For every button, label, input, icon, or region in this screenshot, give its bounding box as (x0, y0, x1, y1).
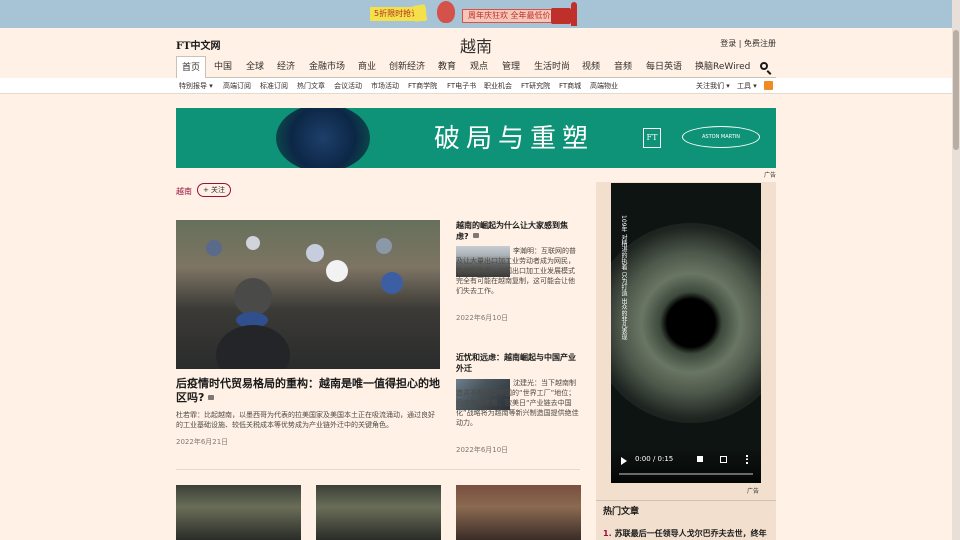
nav-world[interactable]: 全球 (246, 56, 264, 78)
top-promo-banner[interactable]: 5折限时抢订! 周年庆狂欢 全年最低价! (0, 0, 960, 28)
page-title: 越南 (459, 37, 492, 56)
rider-shape (234, 278, 272, 316)
sub-nav: 特别报导 ▾ 高端订阅 标准订阅 热门文章 会议活动 市场活动 FT商学院 FT… (0, 78, 960, 94)
ft-logo[interactable]: FT中文网 (176, 37, 221, 52)
main-nav: 首页 中国 全球 经济 金融市场 商业 创新经济 教育 观点 管理 生活时尚 视… (176, 56, 776, 79)
login-link[interactable]: 登录 (720, 39, 736, 48)
subnav-store[interactable]: FT商城 (559, 78, 581, 94)
balloon-icon (437, 1, 455, 23)
topic-tag[interactable]: 越南 (176, 186, 192, 197)
story-date: 2022年6月10日 (456, 446, 509, 454)
popular-articles-heading: 热门文章 (596, 500, 776, 522)
video-ad-label: 广告 (747, 488, 760, 495)
ft-mark-logo: FT (643, 128, 661, 148)
subnav-tools[interactable]: 工具 ▾ (737, 78, 757, 94)
subnav-popular[interactable]: 热门文章 (297, 78, 325, 94)
subnav-market-events[interactable]: 市场活动 (371, 78, 399, 94)
scrollbar-thumb[interactable] (953, 30, 959, 150)
video-progress-bar[interactable] (619, 473, 753, 475)
nav-markets[interactable]: 金融市场 (309, 56, 345, 78)
story-title[interactable]: 越南的崛起为什么让大家感到焦虑? (456, 220, 580, 242)
note-icon (412, 4, 428, 22)
more-options-icon[interactable] (746, 455, 748, 464)
lead-story-summary: 杜若霏：比起越南，以墨西哥为代表的拉美国家及美国本土正在吸流涌动，通过良好的工业… (176, 411, 435, 429)
rider-shape (306, 244, 324, 262)
rider-shape (381, 272, 403, 294)
video-ad[interactable]: 109年 对精湛的执着 只为打造 出众的非凡表现 0:00 / 0:15 (611, 183, 761, 483)
eye-image (611, 223, 761, 423)
article-thumbnail[interactable] (176, 485, 301, 540)
rider-shape (216, 325, 290, 369)
subnav-ebook[interactable]: FT电子书 (447, 78, 476, 94)
nav-lifestyle[interactable]: 生活时尚 (534, 56, 570, 78)
page-scrollbar[interactable] (952, 0, 960, 540)
rider-shape (326, 260, 348, 282)
ad-headline: 破局与重塑 (434, 124, 595, 154)
promo-text: 周年庆狂欢 全年最低价! (462, 9, 560, 23)
subnav-events[interactable]: 会议活动 (334, 78, 362, 94)
subnav-standard[interactable]: 标准订阅 (260, 78, 288, 94)
follow-button[interactable]: + 关注 (197, 183, 231, 197)
story-title-text: 越南的崛起为什么让大家感到焦虑? (456, 221, 568, 241)
rider-shape (376, 238, 392, 254)
subnav-academy[interactable]: FT商学院 (408, 78, 437, 94)
article-thumbnail[interactable] (456, 485, 581, 540)
story-summary: 沈建光：当下越南制造并不能撼动中国的“世界工厂”地位；但中长期来看，欧美日“产业… (456, 379, 579, 427)
section-divider (176, 469, 580, 470)
lock-icon (208, 395, 215, 400)
nav-rewired[interactable]: 换脑ReWired (695, 56, 750, 78)
lock-icon (472, 233, 479, 238)
play-icon[interactable] (621, 457, 627, 465)
lead-story-date: 2022年6月21日 (176, 438, 229, 446)
register-link[interactable]: 免费注册 (744, 39, 776, 48)
popular-article-title: 苏联最后一任领导人戈尔巴乔夫去世，终年 (614, 529, 767, 538)
rank-number: 1. (603, 529, 612, 538)
link-separator: | (736, 39, 744, 48)
nav-daily-english[interactable]: 每日英语 (646, 56, 682, 78)
story-title-text: 近忧和远虑：越南崛起与中国产业外迁 (456, 353, 576, 373)
subnav-careers[interactable]: 职业机会 (484, 78, 512, 94)
subnav-follow-us[interactable]: 关注我们 ▾ (696, 78, 730, 94)
nav-opinion[interactable]: 观点 (470, 56, 488, 78)
lead-story-title-text: 后疫情时代贸易格局的重构：越南是唯一值得担心的地区吗? (176, 377, 440, 404)
lead-story-image[interactable] (176, 220, 440, 369)
nav-china[interactable]: 中国 (214, 56, 232, 78)
ad-artwork (276, 108, 370, 168)
nav-video[interactable]: 视频 (582, 56, 600, 78)
rider-shape (246, 236, 260, 250)
subnav-special[interactable]: 特别报导 ▾ (179, 78, 213, 94)
nav-home[interactable]: 首页 (176, 56, 207, 79)
nav-audio[interactable]: 音频 (614, 56, 632, 78)
subnav-premium[interactable]: 高端订阅 (223, 78, 251, 94)
video-time: 0:00 / 0:15 (635, 455, 674, 463)
article-thumbnail[interactable] (316, 485, 441, 540)
video-caption: 109年 对精湛的执着 只为打造 出众的非凡表现 (620, 215, 627, 341)
video-controls: 0:00 / 0:15 (611, 449, 761, 483)
partner-logo: ASTON MARTIN (682, 126, 760, 148)
nav-education[interactable]: 教育 (438, 56, 456, 78)
nav-business[interactable]: 商业 (358, 56, 376, 78)
subnav-research[interactable]: FT研究院 (521, 78, 550, 94)
story-date: 2022年6月10日 (456, 314, 509, 322)
rss-icon[interactable] (764, 81, 773, 90)
subnav-property[interactable]: 高端物业 (590, 78, 618, 94)
tower-icon (571, 2, 577, 26)
nav-innovation[interactable]: 创新经济 (389, 56, 425, 78)
nav-economy[interactable]: 经济 (277, 56, 295, 78)
lead-story-title[interactable]: 后疫情时代贸易格局的重构：越南是唯一值得担心的地区吗? (176, 377, 440, 405)
story-title[interactable]: 近忧和远虑：越南崛起与中国产业外迁 (456, 352, 580, 374)
nav-management[interactable]: 管理 (502, 56, 520, 78)
ad-banner[interactable]: 破局与重塑 FT ASTON MARTIN (176, 108, 776, 168)
rider-shape (206, 240, 222, 256)
search-icon[interactable] (760, 62, 768, 70)
volume-icon[interactable] (697, 456, 703, 462)
bus-icon (551, 8, 571, 24)
fullscreen-icon[interactable] (720, 456, 727, 463)
account-links: 登录 | 免费注册 (720, 38, 776, 49)
story-summary: 李瀚明：互联网的普及让大量出口加工业劳动者成为网民，在他们看来，中国出口加工业发… (456, 247, 576, 295)
ad-label: 广告 (764, 172, 777, 179)
popular-article-item[interactable]: 1. 苏联最后一任领导人戈尔巴乔夫去世，终年 (603, 528, 773, 539)
